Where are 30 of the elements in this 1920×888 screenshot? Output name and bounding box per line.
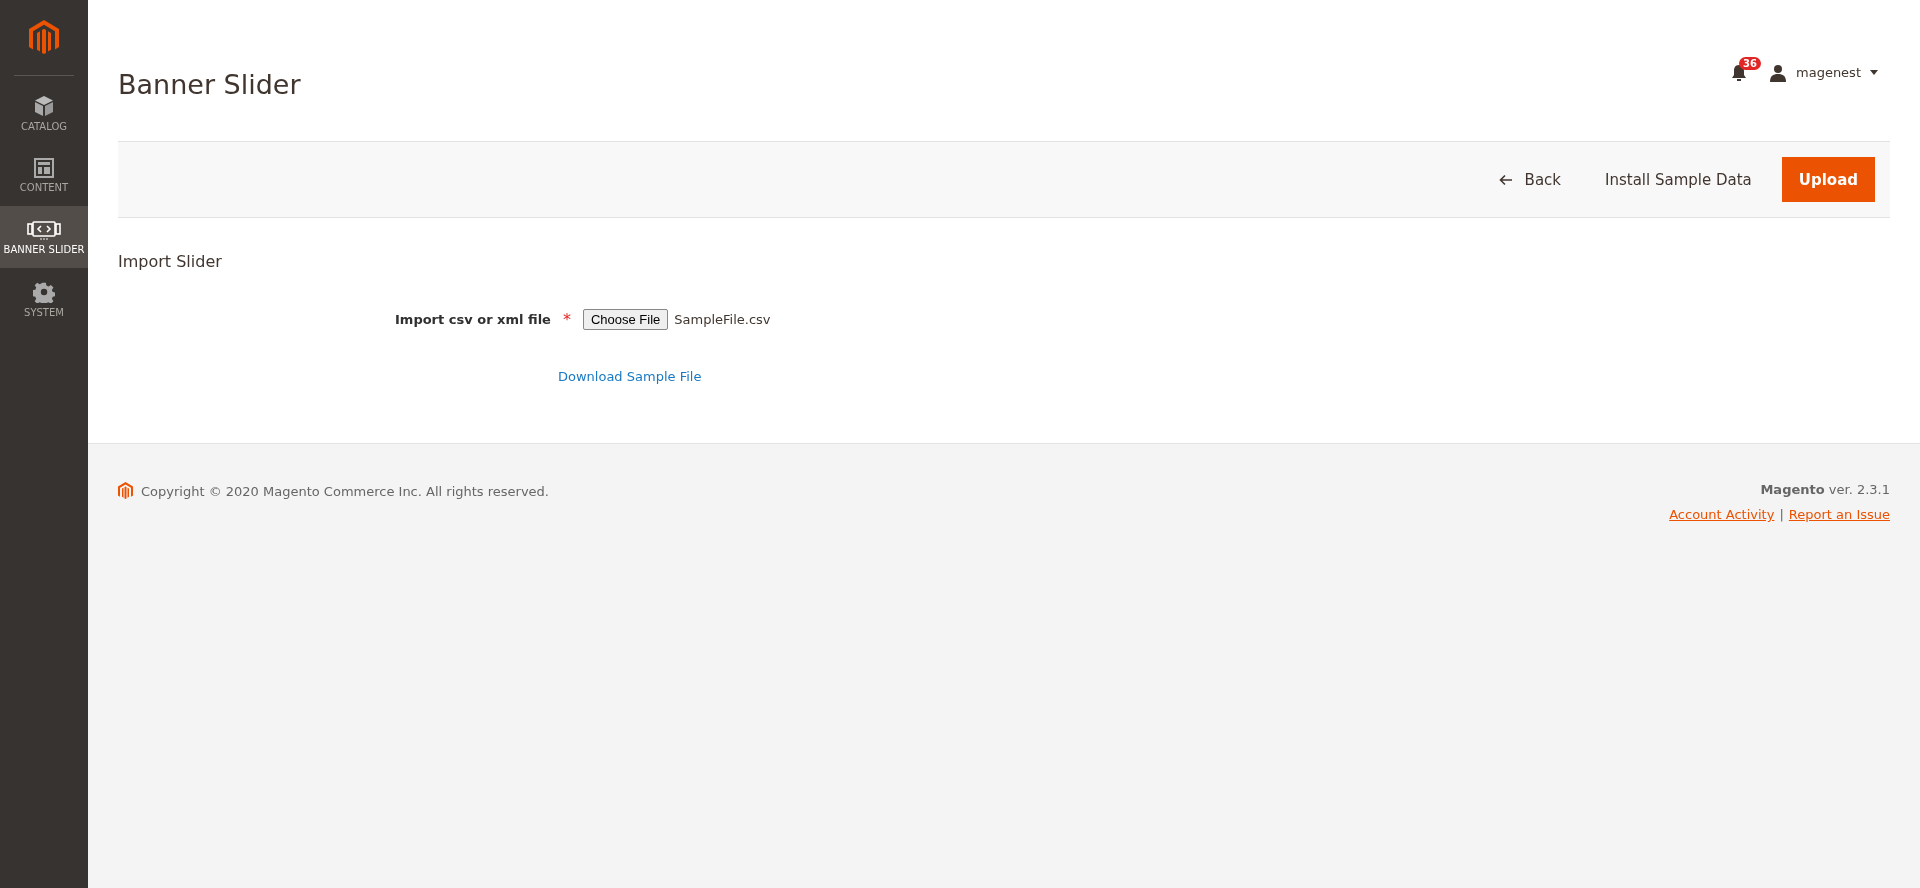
footer-link[interactable]: Account Activity: [1669, 507, 1775, 522]
field-label: Import csv or xml file: [395, 312, 551, 327]
footer-link[interactable]: Report an Issue: [1788, 507, 1890, 522]
notification-count: 36: [1739, 56, 1761, 70]
slider-icon: [27, 219, 61, 240]
arrow-left-icon: [1498, 173, 1513, 186]
section-title: Import Slider: [118, 252, 223, 271]
copyright-text: Copyright © 2020 Magento Commerce Inc. All rights reserved.: [141, 483, 549, 499]
user-icon: [1769, 63, 1787, 82]
upload-button[interactable]: Upload: [1781, 157, 1875, 202]
caret-icon: [1870, 70, 1878, 75]
nav-item[interactable]: SYSTEM: [0, 268, 88, 330]
layout-icon: [34, 157, 54, 178]
nav-item[interactable]: CONTENT: [0, 144, 88, 206]
install-sample-data-button[interactable]: Install Sample Data: [1591, 157, 1766, 202]
required-mark: *: [562, 310, 571, 329]
link-separator: |: [1779, 507, 1784, 522]
user-menu[interactable]: magenest: [1769, 63, 1878, 82]
box-icon: [34, 94, 54, 117]
logo-icon: [118, 482, 133, 500]
page-title: Banner Slider: [118, 69, 301, 100]
file-name: SampleFile.csv: [674, 312, 771, 327]
nav-item[interactable]: CATALOG: [0, 82, 88, 144]
download-sample-link[interactable]: Download Sample File: [558, 369, 702, 384]
nav-item[interactable]: BANNER SLIDER: [0, 206, 88, 268]
version-text: Magento ver. 2.3.1: [1760, 482, 1890, 497]
logo-icon[interactable]: [29, 20, 59, 56]
gear-icon: [33, 280, 55, 303]
choose-file-button[interactable]: Choose File: [582, 309, 669, 330]
back-button[interactable]: Back: [1484, 157, 1575, 202]
